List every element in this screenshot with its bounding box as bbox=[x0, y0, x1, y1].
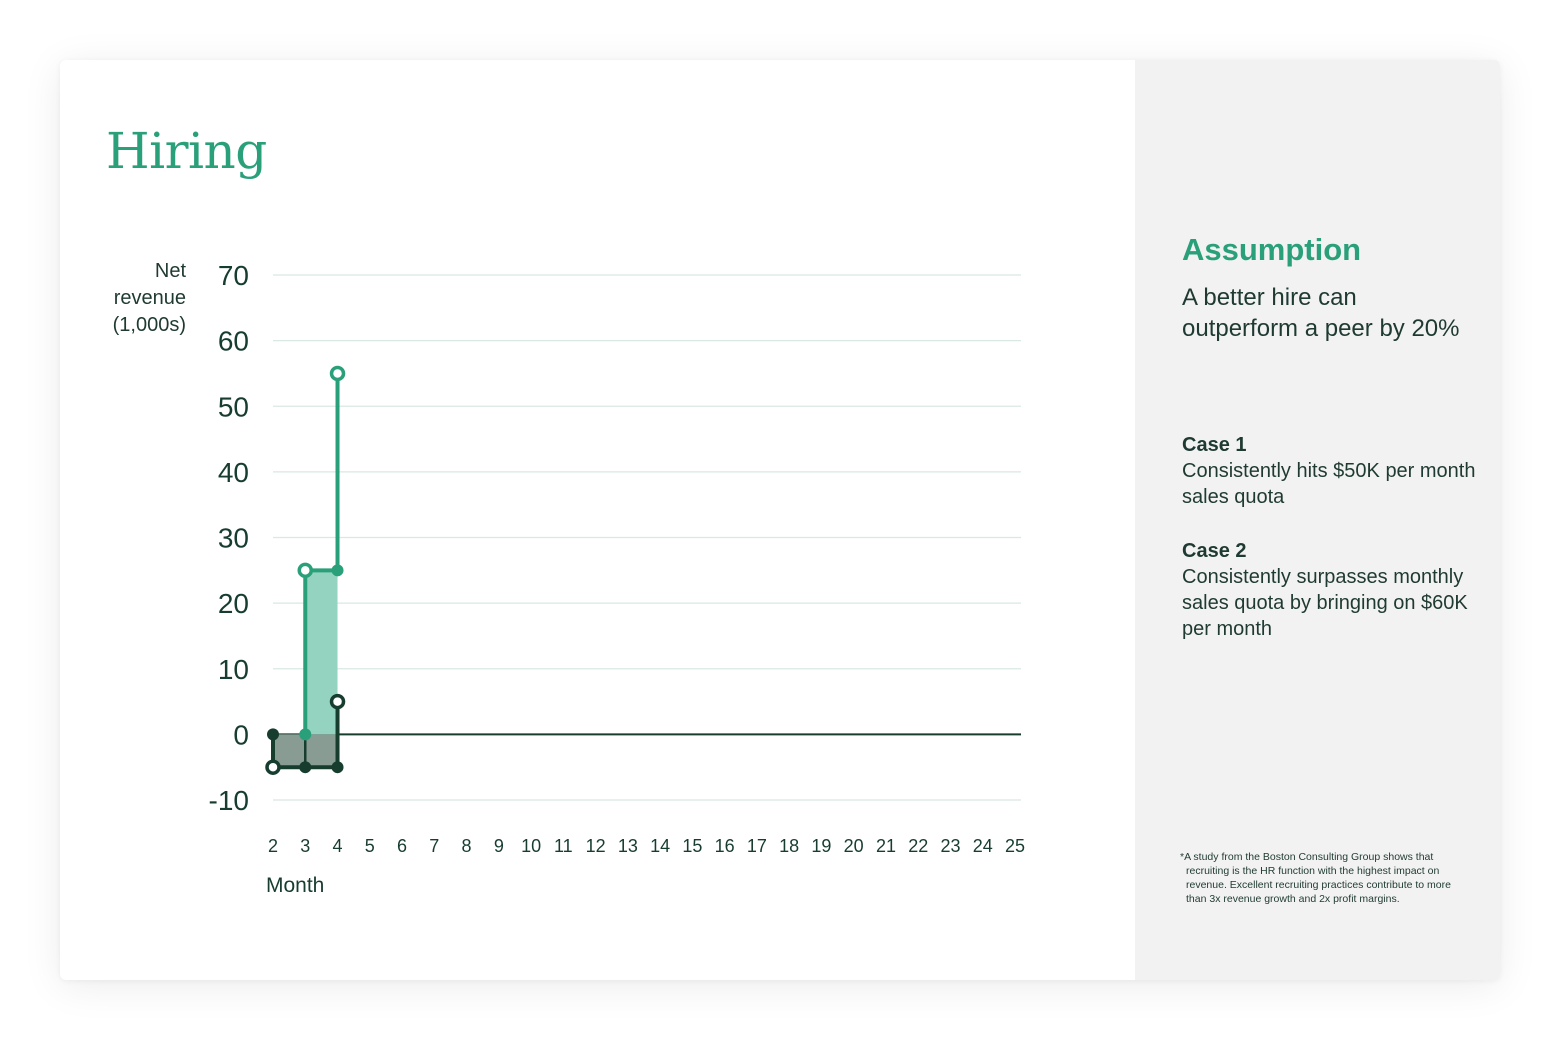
x-tick-label: 25 bbox=[1005, 836, 1025, 856]
x-tick-label: 11 bbox=[554, 836, 573, 856]
x-tick-label: 15 bbox=[682, 836, 702, 856]
x-tick-label: 23 bbox=[940, 836, 960, 856]
y-tick-label: 10 bbox=[218, 654, 249, 685]
series-2-point bbox=[267, 728, 279, 741]
assumption-body: A better hire can outperform a peer by 2… bbox=[1182, 284, 1460, 342]
series-2-open-point bbox=[265, 759, 281, 775]
series-1-open-point bbox=[297, 562, 314, 579]
slide-card: Hiring Net revenue (1,000s) 70 60 50 40 30 20… bbox=[60, 60, 1500, 980]
x-tick-label: 7 bbox=[429, 836, 439, 856]
x-tick-label: 19 bbox=[811, 836, 831, 856]
y-tick-label: 60 bbox=[218, 326, 249, 357]
x-tick-label: 3 bbox=[300, 836, 310, 856]
case-body: Consistently surpasses monthly sales quo… bbox=[1182, 566, 1468, 640]
series-1-area bbox=[305, 570, 338, 735]
x-tick-label: 6 bbox=[397, 836, 407, 856]
y-tick-label: 40 bbox=[218, 457, 249, 488]
y-tick-label: -10 bbox=[209, 785, 249, 816]
x-tick-label: 20 bbox=[844, 836, 864, 856]
series-2-open-point bbox=[329, 693, 346, 710]
x-tick-label: 24 bbox=[973, 836, 993, 856]
assumption-panel: Assumption A better hire can outperform … bbox=[1135, 60, 1500, 980]
case-title: Case 2 bbox=[1182, 540, 1247, 562]
y-tick-label: 30 bbox=[218, 523, 249, 554]
series-2-point bbox=[331, 761, 344, 774]
y-tick-label: 20 bbox=[218, 588, 249, 619]
case-1: Case 1 Consistently hits $50K per month … bbox=[1182, 432, 1482, 510]
x-tick-label: 12 bbox=[586, 836, 606, 856]
series-1-point bbox=[331, 564, 344, 577]
footnote: *A study from the Boston Consulting Grou… bbox=[1180, 851, 1451, 905]
x-tick-label: 5 bbox=[365, 836, 375, 856]
revenue-chart: 706050403020100-102 3 4 5 6 7 8 9 10 11 12 13 14 15 16… bbox=[209, 260, 1025, 897]
y-tick-label: 0 bbox=[233, 719, 249, 750]
x-tick-label: 17 bbox=[747, 836, 767, 856]
x-tick-label: 13 bbox=[618, 836, 638, 856]
x-tick-label: 14 bbox=[650, 836, 670, 856]
chart-panel: Hiring Net revenue (1,000s) 70 60 50 40 30 20… bbox=[60, 60, 1135, 980]
x-tick-label: 21 bbox=[876, 836, 896, 856]
assumption-title: Assumption bbox=[1182, 232, 1362, 267]
y-tick-label: 70 bbox=[218, 260, 249, 291]
x-tick-label: 4 bbox=[333, 836, 343, 856]
x-tick-label: 2 bbox=[268, 836, 278, 856]
series-1-point bbox=[299, 728, 312, 741]
case-body: Consistently hits $50K per month sales q… bbox=[1182, 460, 1476, 508]
x-tick-label: 18 bbox=[779, 836, 799, 856]
x-tick-label: 16 bbox=[715, 836, 735, 856]
series-1-open-point bbox=[329, 365, 346, 382]
y-tick-label: 50 bbox=[218, 391, 249, 422]
x-tick-label: 10 bbox=[521, 836, 541, 856]
x-axis-label: Month bbox=[266, 874, 324, 897]
x-tick-label: 9 bbox=[494, 836, 504, 856]
x-tick-label: 8 bbox=[462, 836, 472, 856]
x-tick-label: 22 bbox=[908, 836, 928, 856]
case-2: Case 2 Consistently surpasses monthly sa… bbox=[1182, 538, 1482, 642]
case-title: Case 1 bbox=[1182, 434, 1247, 456]
series-2-point bbox=[299, 761, 312, 774]
